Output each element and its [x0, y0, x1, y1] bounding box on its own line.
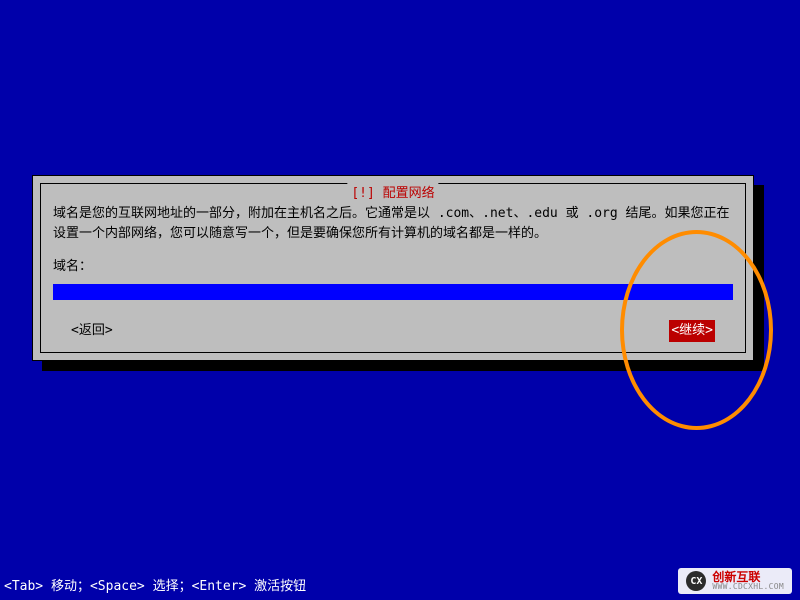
- domain-label: 域名：: [53, 257, 733, 277]
- dialog-frame: [!] 配置网络 域名是您的互联网地址的一部分，附加在主机名之后。它通常是以 .…: [40, 183, 746, 353]
- domain-input[interactable]: [53, 284, 733, 300]
- configure-network-dialog: [!] 配置网络 域名是您的互联网地址的一部分，附加在主机名之后。它通常是以 .…: [32, 175, 754, 361]
- dialog-description: 域名是您的互联网地址的一部分，附加在主机名之后。它通常是以 .com、.net、…: [53, 204, 733, 243]
- watermark-text: 创新互联 WWW.CDCXHL.COM: [712, 571, 784, 591]
- watermark: CX 创新互联 WWW.CDCXHL.COM: [678, 568, 792, 594]
- back-button[interactable]: <返回>: [71, 321, 113, 341]
- dialog-button-row: <返回> <继续>: [53, 320, 733, 342]
- watermark-icon-text: CX: [690, 576, 702, 587]
- watermark-domain: WWW.CDCXHL.COM: [712, 583, 784, 591]
- continue-button[interactable]: <继续>: [669, 320, 715, 342]
- dialog-title: [!] 配置网络: [347, 182, 438, 201]
- footer-hint: <Tab> 移动；<Space> 选择；<Enter> 激活按钮: [4, 575, 306, 594]
- dialog-body: 域名是您的互联网地址的一部分，附加在主机名之后。它通常是以 .com、.net、…: [41, 184, 745, 352]
- watermark-icon: CX: [686, 571, 706, 591]
